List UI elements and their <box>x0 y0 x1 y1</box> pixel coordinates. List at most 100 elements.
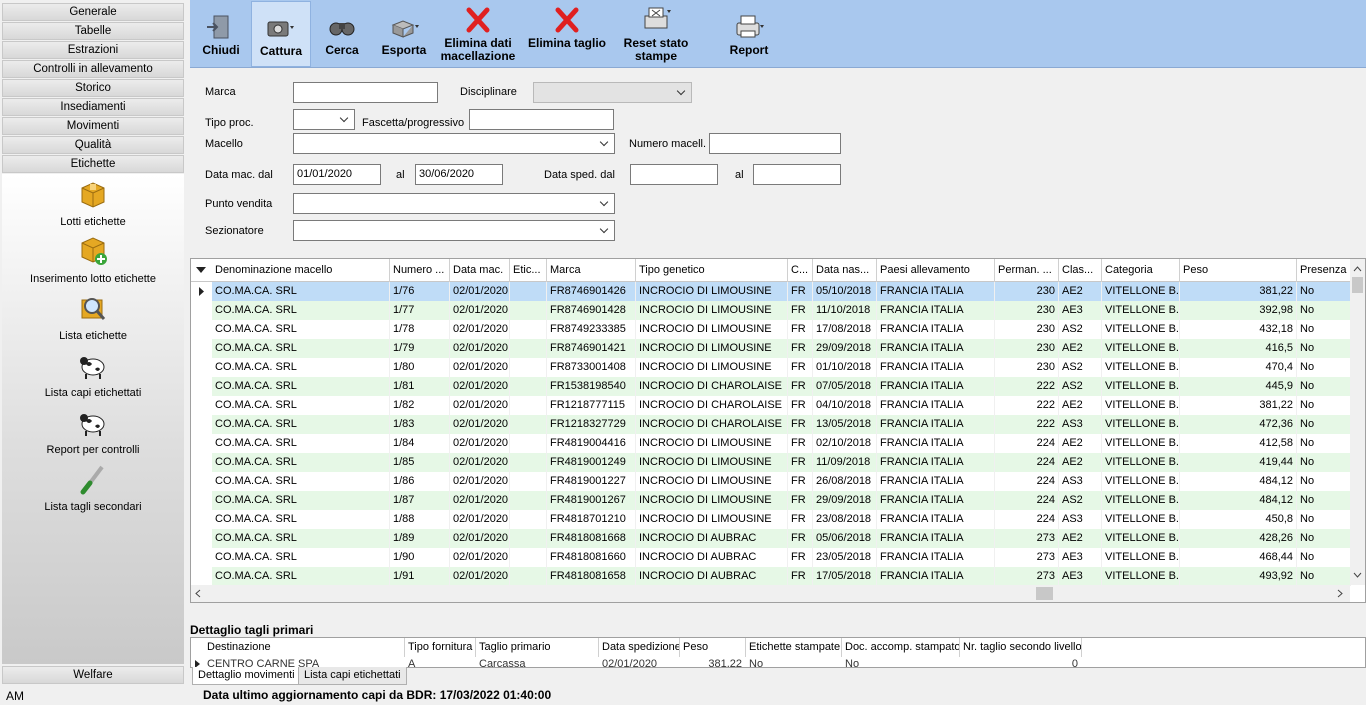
tab-dettaglio-movimenti[interactable]: Dettaglio movimenti <box>192 667 301 685</box>
detail-grid: Destinazione Tipo fornitura Taglio primari… <box>190 637 1366 668</box>
column-header[interactable]: Marca <box>547 259 636 282</box>
toolbar-button-report[interactable]: Report <box>718 1 780 67</box>
column-header[interactable]: Data nas... <box>813 259 877 282</box>
marca-input[interactable] <box>293 82 438 103</box>
table-cell: FR <box>788 491 813 510</box>
nav-group-insediamenti[interactable]: Insediamenti <box>2 98 184 116</box>
detail-column-header[interactable]: Taglio primario <box>476 638 599 657</box>
fascetta-input[interactable] <box>469 109 614 130</box>
table-row[interactable]: CO.MA.CA. SRL 1/86 02/01/2020 FR4819001227 I… <box>191 472 1351 491</box>
table-cell: AS2 <box>1059 491 1102 510</box>
data-mac-to-input[interactable]: 30/06/2020 <box>415 164 503 185</box>
table-cell: CO.MA.CA. SRL <box>212 434 390 453</box>
table-row[interactable]: CO.MA.CA. SRL 1/83 02/01/2020 FR1218327729 I… <box>191 415 1351 434</box>
detail-column-header[interactable]: Data spedizione <box>599 638 680 657</box>
vertical-scrollbar[interactable] <box>1350 259 1365 585</box>
table-cell: 02/01/2020 <box>450 301 510 320</box>
detail-column-header[interactable]: Doc. accomp. stampato <box>842 638 960 657</box>
table-row[interactable]: CO.MA.CA. SRL 1/80 02/01/2020 FR8733001408 I… <box>191 358 1351 377</box>
table-row[interactable]: CO.MA.CA. SRL 1/76 02/01/2020 FR8746901426 I… <box>191 282 1351 301</box>
table-cell: 1/88 <box>390 510 450 529</box>
nav-group-controlli-in-allevamento[interactable]: Controlli in allevamento <box>2 60 184 78</box>
data-sped-to-input[interactable] <box>753 164 841 185</box>
column-header[interactable]: Numero ... <box>390 259 450 282</box>
nav-group-qualit-[interactable]: Qualità <box>2 136 184 154</box>
table-row[interactable]: CO.MA.CA. SRL 1/90 02/01/2020 FR4818081660 I… <box>191 548 1351 567</box>
detail-column-header[interactable]: Tipo fornitura <box>405 638 476 657</box>
sidebar-item-inserimento-lotto-etichette[interactable]: Inserimento lotto etichette <box>2 235 184 285</box>
column-header[interactable]: C... <box>788 259 813 282</box>
detail-column-header[interactable]: Peso <box>680 638 746 657</box>
toolbar-button-reset-stato-stampe[interactable]: Reset stato stampe <box>614 1 698 67</box>
data-mac-from-input[interactable]: 01/01/2020 <box>293 164 381 185</box>
table-cell: 1/90 <box>390 548 450 567</box>
detail-cell: No <box>845 658 860 668</box>
table-cell: FR <box>788 510 813 529</box>
table-cell: CO.MA.CA. SRL <box>212 491 390 510</box>
table-cell: No <box>1297 301 1351 320</box>
table-cell: FR <box>788 415 813 434</box>
nav-group-etichette[interactable]: Etichette <box>2 155 184 173</box>
column-header[interactable]: Paesi allevamento <box>877 259 995 282</box>
table-row[interactable]: CO.MA.CA. SRL 1/81 02/01/2020 FR1538198540 I… <box>191 377 1351 396</box>
toolbar-button-cattura[interactable]: Cattura <box>251 1 311 67</box>
tab-lista-capi-etichettati[interactable]: Lista capi etichettati <box>298 667 407 685</box>
nav-group-welfare[interactable]: Welfare <box>2 666 184 684</box>
table-cell: FR <box>788 453 813 472</box>
table-cell: 392,98 <box>1180 301 1297 320</box>
column-header[interactable]: Clas... <box>1059 259 1102 282</box>
column-header[interactable]: Categoria <box>1102 259 1180 282</box>
nav-group-movimenti[interactable]: Movimenti <box>2 117 184 135</box>
sidebar-item-lista-capi-etichettati[interactable]: Lista capi etichettati <box>2 349 184 399</box>
table-cell: FRANCIA ITALIA <box>877 320 995 339</box>
macello-select[interactable] <box>293 133 615 154</box>
column-header[interactable]: Data mac. <box>450 259 510 282</box>
sidebar-item-lista-tagli-secondari[interactable]: Lista tagli secondari <box>2 463 184 513</box>
table-cell: FR8733001408 <box>547 358 636 377</box>
table-row[interactable]: CO.MA.CA. SRL 1/85 02/01/2020 FR4819001249 I… <box>191 453 1351 472</box>
nav-group-storico[interactable]: Storico <box>2 79 184 97</box>
toolbar-button-elimina-dati-macellazione[interactable]: Elimina dati macellazione <box>435 1 521 67</box>
detail-column-header[interactable]: Etichette stampate <box>746 638 842 657</box>
table-cell: 02/01/2020 <box>450 472 510 491</box>
table-row[interactable]: CO.MA.CA. SRL 1/82 02/01/2020 FR1218777115 I… <box>191 396 1351 415</box>
column-header[interactable]: Peso <box>1180 259 1297 282</box>
nav-group-tabelle[interactable]: Tabelle <box>2 22 184 40</box>
status-left-label: AM <box>6 689 24 703</box>
numero-macell-input[interactable] <box>709 133 841 154</box>
sidebar-item-lista-etichette[interactable]: Lista etichette <box>2 292 184 342</box>
table-row[interactable]: CO.MA.CA. SRL 1/88 02/01/2020 FR4818701210 I… <box>191 510 1351 529</box>
table-row[interactable]: CO.MA.CA. SRL 1/77 02/01/2020 FR8746901428 I… <box>191 301 1351 320</box>
table-cell <box>510 320 547 339</box>
table-row[interactable]: CO.MA.CA. SRL 1/78 02/01/2020 FR8749233385 I… <box>191 320 1351 339</box>
punto-vendita-select[interactable] <box>293 193 615 214</box>
table-cell: No <box>1297 453 1351 472</box>
column-header[interactable]: Presenza <box>1297 259 1351 282</box>
horizontal-scrollbar[interactable] <box>191 585 1350 602</box>
toolbar-button-elimina-taglio[interactable]: Elimina taglio <box>524 1 610 67</box>
tipo-proc-select[interactable] <box>293 109 355 130</box>
table-row[interactable]: CO.MA.CA. SRL 1/79 02/01/2020 FR8746901421 I… <box>191 339 1351 358</box>
sezionatore-select[interactable] <box>293 220 615 241</box>
disciplinare-select[interactable] <box>533 82 692 103</box>
column-header[interactable]: Perman. ... <box>995 259 1059 282</box>
column-header[interactable]: Tipo genetico <box>636 259 788 282</box>
table-row[interactable]: CO.MA.CA. SRL 1/84 02/01/2020 FR4819004416 I… <box>191 434 1351 453</box>
sidebar-item-report-per-controlli[interactable]: Report per controlli <box>2 406 184 456</box>
table-row[interactable]: CO.MA.CA. SRL 1/87 02/01/2020 FR4819001267 I… <box>191 491 1351 510</box>
column-header[interactable]: Denominazione macello <box>212 259 390 282</box>
data-sped-from-input[interactable] <box>630 164 718 185</box>
nav-group-estrazioni[interactable]: Estrazioni <box>2 41 184 59</box>
detail-column-header[interactable]: Destinazione <box>204 638 405 657</box>
nav-group-generale[interactable]: Generale <box>2 3 184 21</box>
table-row[interactable]: CO.MA.CA. SRL 1/91 02/01/2020 FR4818081658 I… <box>191 567 1351 586</box>
detail-column-header[interactable]: Nr. taglio secondo livello <box>960 638 1082 657</box>
table-cell: FRANCIA ITALIA <box>877 434 995 453</box>
toolbar-button-chiudi[interactable]: Chiudi <box>196 1 246 67</box>
sidebar-item-lotti-etichette[interactable]: Lotti etichette <box>2 178 184 228</box>
punto-vendita-label: Punto vendita <box>205 198 273 210</box>
toolbar-button-esporta[interactable]: Esporta <box>375 1 433 67</box>
table-row[interactable]: CO.MA.CA. SRL 1/89 02/01/2020 FR4818081668 I… <box>191 529 1351 548</box>
toolbar-button-cerca[interactable]: Cerca <box>314 1 370 67</box>
column-header[interactable]: Etic... <box>510 259 547 282</box>
